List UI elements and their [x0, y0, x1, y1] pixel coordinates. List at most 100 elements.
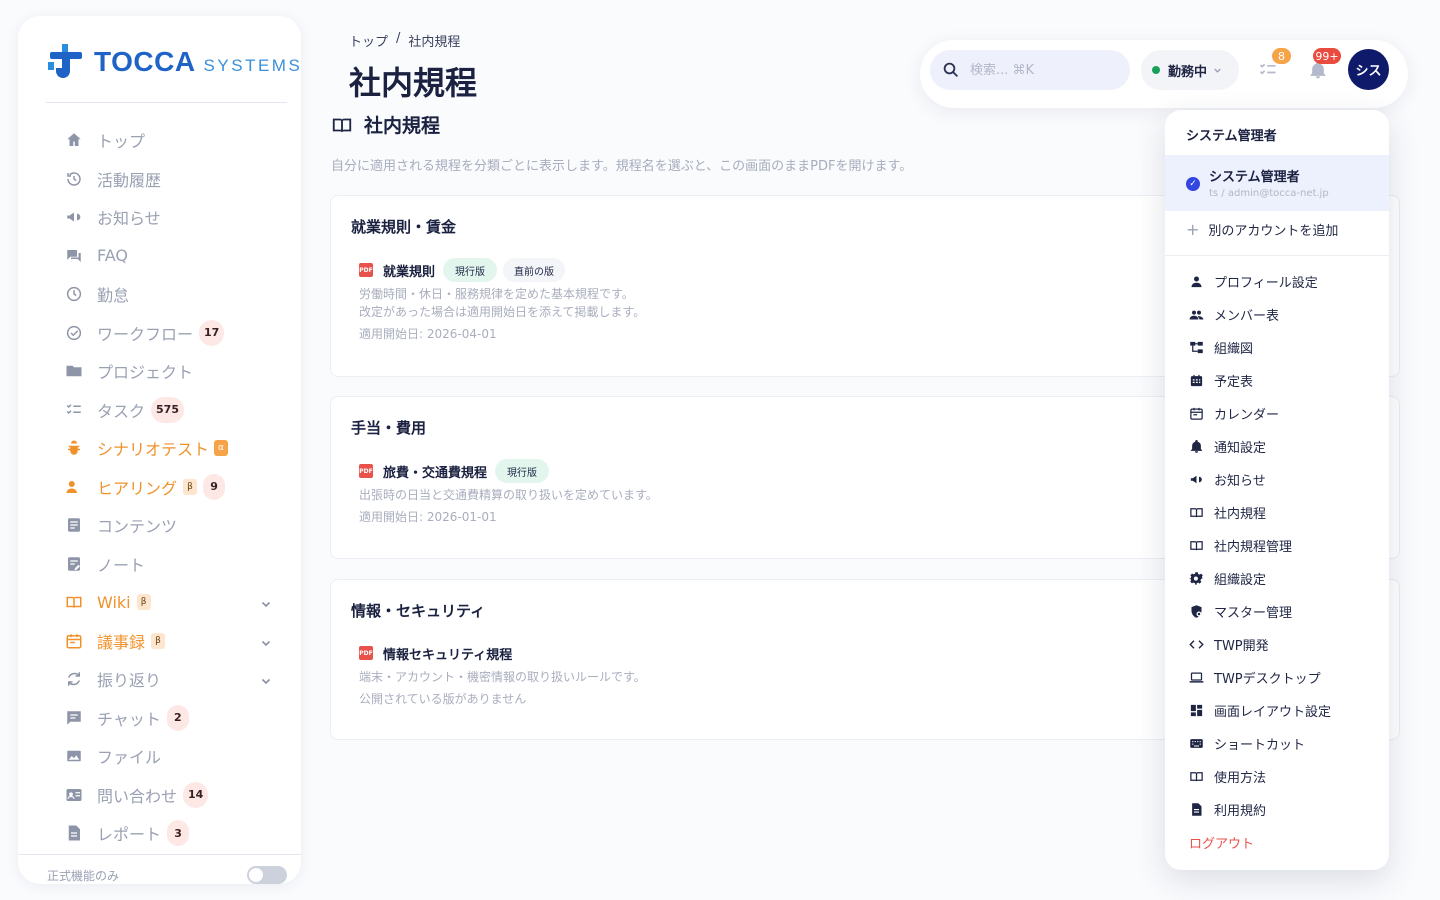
sidebar-item[interactable]: 振り返り	[18, 660, 301, 699]
sidebar-item[interactable]: ヒアリング β 9	[18, 468, 301, 507]
home-icon	[65, 131, 83, 149]
sidebar-item[interactable]: トップ	[18, 121, 301, 160]
account-menu-item-label: 使用方法	[1214, 771, 1267, 786]
pdf-icon: PDF	[359, 263, 373, 277]
account-menu-item-label: 利用規約	[1214, 804, 1267, 819]
sidebar-item-label: 活動履歴	[97, 170, 162, 190]
sidebar-item[interactable]: Wiki β	[18, 583, 301, 622]
account-menu-item[interactable]: TWPデスクトップ	[1165, 661, 1389, 694]
account-menu-item[interactable]: メンバー表	[1165, 298, 1389, 331]
section-description: 自分に適用される規程を分類ごとに表示します。規程名を選ぶと、この画面のままPDF…	[331, 159, 913, 174]
refresh-icon	[65, 670, 83, 688]
pdf-icon: PDF	[359, 646, 373, 660]
regulation-description: 改定があった場合は適用開始日を添えて掲載します。	[359, 305, 646, 319]
schedule-icon	[1189, 373, 1204, 388]
sidebar-item-label: プロジェクト	[97, 363, 194, 383]
account-menu-item[interactable]: 画面レイアウト設定	[1165, 694, 1389, 727]
add-account-button[interactable]: + 別のアカウントを追加	[1186, 220, 1338, 239]
dashboard-icon	[1189, 703, 1204, 718]
regulation-item: PDF 旅費・交通費規程 現行版 出張時の日当と交通費精算の取り扱いを定めていま…	[359, 459, 658, 525]
brand-logo[interactable]: TOCCA SYSTEMS	[48, 44, 301, 80]
no-published-version-note: 公開されている版がありません	[359, 692, 527, 706]
shield-gear-icon	[1189, 604, 1204, 619]
alpha-badge: α	[214, 440, 229, 457]
top-toolbar: 勤務中 8 99+ シス	[920, 40, 1408, 108]
account-menu-item[interactable]: TWP開発	[1165, 628, 1389, 661]
account-menu-item[interactable]: 通知設定	[1165, 430, 1389, 463]
chevron-down-icon[interactable]	[260, 595, 272, 608]
gear-icon	[1189, 571, 1204, 586]
sidebar-item[interactable]: タスク 575	[18, 391, 301, 430]
regulation-link[interactable]: 就業規則	[383, 261, 435, 280]
calendar-icon	[1189, 406, 1204, 421]
avatar[interactable]: シス	[1348, 49, 1389, 90]
current-account[interactable]: ✓ システム管理者 ts / admin@tocca-net.jp	[1165, 155, 1389, 211]
account-menu-item-label: TWP開発	[1214, 639, 1269, 654]
chevron-down-icon	[1214, 68, 1221, 73]
logo-icon	[48, 44, 84, 80]
sidebar: TOCCA SYSTEMS トップ活動履歴お知らせ FAQ 勤怠 ワークフロー 17 プロ…	[18, 16, 301, 884]
account-menu-item[interactable]: 利用規約	[1165, 793, 1389, 826]
book-icon	[1189, 769, 1204, 784]
contact-card-icon	[65, 786, 83, 804]
current-version-tag[interactable]: 現行版	[443, 258, 498, 282]
chevron-down-icon[interactable]	[260, 634, 272, 646]
sidebar-item-label: 問い合わせ	[97, 786, 178, 806]
org-chart-icon	[1189, 340, 1204, 355]
regulation-link[interactable]: 旅費・交通費規程	[383, 462, 487, 481]
sidebar-item[interactable]: 問い合わせ 14	[18, 776, 301, 815]
effective-date: 適用開始日: 2026-04-01	[359, 327, 497, 341]
sidebar-item[interactable]: チャット 2	[18, 699, 301, 738]
account-menu-item-label: 画面レイアウト設定	[1214, 705, 1332, 720]
sidebar-item[interactable]: ファイル	[18, 737, 301, 776]
sidebar-item[interactable]: 活動履歴	[18, 160, 301, 199]
work-status-dropdown[interactable]: 勤務中	[1141, 50, 1239, 90]
sidebar-item-label: チャット	[97, 709, 161, 729]
account-menu-item[interactable]: 組織設定	[1165, 562, 1389, 595]
breadcrumb-home[interactable]: トップ	[349, 31, 388, 50]
account-menu-item[interactable]: お知らせ	[1165, 463, 1389, 496]
account-menu-item[interactable]: カレンダー	[1165, 397, 1389, 430]
sidebar-item[interactable]: FAQ	[18, 237, 301, 276]
account-menu-item[interactable]: 社内規程	[1165, 496, 1389, 529]
account-menu-item[interactable]: ショートカット	[1165, 727, 1389, 760]
account-menu-item[interactable]: 使用方法	[1165, 760, 1389, 793]
chevron-down-icon[interactable]	[260, 672, 272, 685]
regulation-description: 労働時間・休日・服務規律を定めた基本規程です。	[359, 287, 634, 301]
calendar-icon	[65, 632, 83, 650]
sidebar-item[interactable]: ワークフロー 17	[18, 314, 301, 353]
section-header: 社内規程	[331, 111, 440, 138]
formal-features-toggle[interactable]	[247, 866, 287, 884]
sidebar-item[interactable]: ノート	[18, 545, 301, 584]
search-input[interactable]	[970, 62, 1120, 78]
account-menu-item[interactable]: マスター管理	[1165, 595, 1389, 628]
chat-bubbles-icon	[65, 247, 83, 265]
count-badge: 2	[166, 704, 189, 731]
sidebar-item[interactable]: シナリオテスト α	[18, 429, 301, 468]
logout-button[interactable]: ログアウト	[1189, 833, 1254, 852]
regulation-item: PDF 情報セキュリティ規程 端末・アカウント・機密情報の取り扱いルールです。 …	[359, 641, 646, 707]
previous-version-tag[interactable]: 直前の版	[503, 258, 566, 282]
account-menu-item[interactable]: プロフィール設定	[1165, 265, 1389, 298]
book-open-icon	[65, 593, 83, 611]
search-box[interactable]	[930, 50, 1130, 90]
account-menu-item-label: カレンダー	[1214, 408, 1280, 423]
account-menu-item[interactable]: 社内規程管理	[1165, 529, 1389, 562]
menu-divider	[1165, 255, 1389, 256]
regulation-link[interactable]: 情報セキュリティ規程	[383, 644, 512, 663]
sidebar-item[interactable]: プロジェクト	[18, 352, 301, 391]
sidebar-item[interactable]: 勤怠	[18, 275, 301, 314]
sidebar-item[interactable]: コンテンツ	[18, 506, 301, 545]
tasks-icon[interactable]	[1258, 60, 1278, 80]
sidebar-item-label: Wiki	[97, 592, 131, 612]
current-version-tag[interactable]: 現行版	[495, 459, 550, 483]
sidebar-item[interactable]: お知らせ	[18, 198, 301, 237]
regulation-description: 出張時の日当と交通費精算の取り扱いを定めています。	[359, 488, 658, 502]
sidebar-item[interactable]: 議事録 β	[18, 622, 301, 661]
sidebar-item[interactable]: レポート 3	[18, 814, 301, 853]
account-menu-item-label: 予定表	[1214, 375, 1254, 390]
account-menu-item[interactable]: 予定表	[1165, 364, 1389, 397]
bell-icon	[1189, 439, 1204, 454]
account-menu-item[interactable]: 組織図	[1165, 331, 1389, 364]
count-badge: 17	[199, 319, 225, 346]
